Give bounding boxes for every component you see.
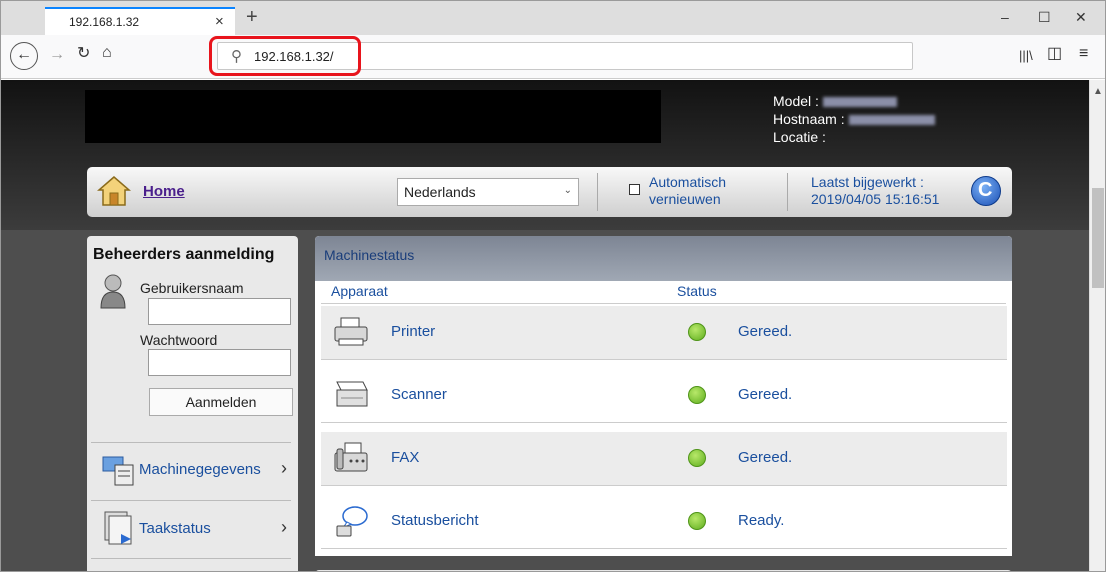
browser-home-icon[interactable]: ⌂ bbox=[102, 44, 112, 62]
fax-icon bbox=[334, 442, 368, 472]
sidebar-item-job-status[interactable]: Taakstatus › bbox=[87, 500, 298, 558]
auto-refresh-line2: vernieuwen bbox=[649, 191, 721, 207]
status-text: Gereed. bbox=[738, 386, 793, 403]
sidebar-toggle-icon[interactable]: ◫ bbox=[1047, 45, 1062, 63]
scroll-up-icon[interactable]: ▲ bbox=[1093, 86, 1103, 97]
model-redacted bbox=[822, 97, 897, 108]
home-link[interactable]: Home bbox=[143, 183, 185, 200]
device-name[interactable]: Statusbericht bbox=[391, 512, 479, 529]
status-indicator bbox=[688, 323, 706, 341]
username-label: Gebruikersnaam bbox=[140, 280, 244, 296]
login-title: Beheerders aanmelding bbox=[93, 246, 275, 263]
hostname-redacted bbox=[848, 115, 935, 126]
language-selected: Nederlands bbox=[404, 184, 476, 200]
forward-icon[interactable]: → bbox=[49, 46, 65, 64]
status-text: Ready. bbox=[738, 512, 785, 529]
minimize-icon[interactable]: – bbox=[1001, 9, 1009, 25]
username-input[interactable] bbox=[148, 298, 291, 325]
chevron-down-icon: ⌄ bbox=[563, 185, 572, 196]
last-updated: Laatst bijgewerkt : 2019/04/05 15:16:51 bbox=[811, 174, 939, 208]
password-label: Wachtwoord bbox=[140, 332, 218, 348]
status-message-icon bbox=[336, 506, 368, 537]
browser-window: 192.168.1.32 × + – ☐ ✕ ← → ↻ ⌂ ⚲ 192.168… bbox=[0, 0, 1106, 572]
user-icon bbox=[100, 274, 126, 309]
auto-refresh-checkbox[interactable] bbox=[629, 184, 640, 195]
status-indicator bbox=[688, 386, 706, 404]
panel-header: Machinestatus bbox=[315, 236, 1012, 281]
maximize-icon[interactable]: ☐ bbox=[1038, 9, 1051, 26]
status-indicator bbox=[688, 449, 706, 467]
column-header-device: Apparaat bbox=[331, 283, 388, 299]
model-label: Model : bbox=[773, 93, 819, 109]
chevron-right-icon: › bbox=[281, 458, 287, 478]
device-name[interactable]: Scanner bbox=[391, 386, 447, 403]
last-updated-label: Laatst bijgewerkt : bbox=[811, 174, 924, 190]
menu-icon[interactable]: ≡ bbox=[1079, 45, 1088, 63]
sidebar-item-label: Taakstatus bbox=[139, 520, 211, 537]
auto-refresh-line1: Automatisch bbox=[649, 174, 727, 190]
divider bbox=[321, 303, 1006, 304]
panel-title: Machinestatus bbox=[324, 247, 415, 263]
table-row: Statusbericht Ready. bbox=[321, 495, 1007, 549]
status-text: Gereed. bbox=[738, 323, 793, 340]
tab-strip: 192.168.1.32 × + – ☐ ✕ bbox=[1, 1, 1105, 35]
job-status-icon bbox=[104, 511, 132, 545]
refresh-icon: C bbox=[978, 179, 993, 201]
new-tab-icon[interactable]: + bbox=[246, 7, 258, 27]
navigation-toolbar: ← → ↻ ⌂ ⚲ 192.168.1.32/ |||\ ◫ ≡ bbox=[1, 35, 1105, 79]
device-info: Model : Hostnaam : Locatie : bbox=[773, 92, 935, 146]
machine-info-icon bbox=[102, 456, 134, 486]
chevron-right-icon: › bbox=[281, 517, 287, 537]
table-row: Scanner Gereed. bbox=[321, 369, 1007, 423]
vertical-scrollbar[interactable]: ▲ bbox=[1089, 80, 1105, 571]
status-text: Gereed. bbox=[738, 449, 793, 466]
tab-title: 192.168.1.32 bbox=[69, 15, 140, 29]
printer-icon bbox=[334, 317, 368, 346]
auto-refresh-label[interactable]: Automatisch vernieuwen bbox=[649, 174, 726, 208]
machine-status-panel: Machinestatus Apparaat Status Printer Ge… bbox=[315, 236, 1012, 556]
library-icon[interactable]: |||\ bbox=[1019, 47, 1033, 65]
device-name[interactable]: Printer bbox=[391, 323, 435, 340]
hostname-label: Hostnaam : bbox=[773, 111, 845, 127]
window-close-icon[interactable]: ✕ bbox=[1075, 9, 1087, 26]
reload-icon[interactable]: ↻ bbox=[77, 45, 90, 63]
sidebar: Beheerders aanmelding Gebruikersnaam Wac… bbox=[87, 236, 298, 571]
browser-tab[interactable]: 192.168.1.32 × bbox=[45, 7, 235, 35]
sidebar-item-label: Machinegegevens bbox=[139, 461, 261, 478]
last-updated-value: 2019/04/05 15:16:51 bbox=[811, 191, 940, 207]
url-highlight-box bbox=[209, 36, 361, 76]
login-button[interactable]: Aanmelden bbox=[149, 388, 293, 416]
sidebar-item-machine-info[interactable]: Machinegegevens › bbox=[87, 441, 298, 499]
refresh-button[interactable]: C bbox=[971, 176, 1001, 206]
table-row: FAX Gereed. bbox=[321, 432, 1007, 486]
language-select[interactable]: Nederlands ⌄ bbox=[397, 178, 579, 206]
back-icon[interactable]: ← bbox=[10, 42, 38, 70]
scanner-icon bbox=[336, 381, 368, 407]
divider bbox=[597, 173, 598, 211]
device-name[interactable]: FAX bbox=[391, 449, 419, 466]
scrollbar-thumb[interactable] bbox=[1092, 188, 1104, 288]
web-page: Model : Hostnaam : Locatie : Home Nederl… bbox=[1, 80, 1089, 571]
header-banner bbox=[85, 90, 661, 143]
location-label: Locatie : bbox=[773, 129, 826, 145]
table-row: Printer Gereed. bbox=[321, 306, 1007, 360]
top-menu-bar: Home Nederlands ⌄ Automatisch vernieuwen… bbox=[87, 167, 1012, 217]
divider bbox=[787, 173, 788, 211]
close-tab-icon[interactable]: × bbox=[215, 13, 224, 30]
divider bbox=[91, 558, 291, 559]
home-icon[interactable] bbox=[97, 175, 131, 207]
column-header-status: Status bbox=[677, 283, 717, 299]
password-input[interactable] bbox=[148, 349, 291, 376]
status-indicator bbox=[688, 512, 706, 530]
